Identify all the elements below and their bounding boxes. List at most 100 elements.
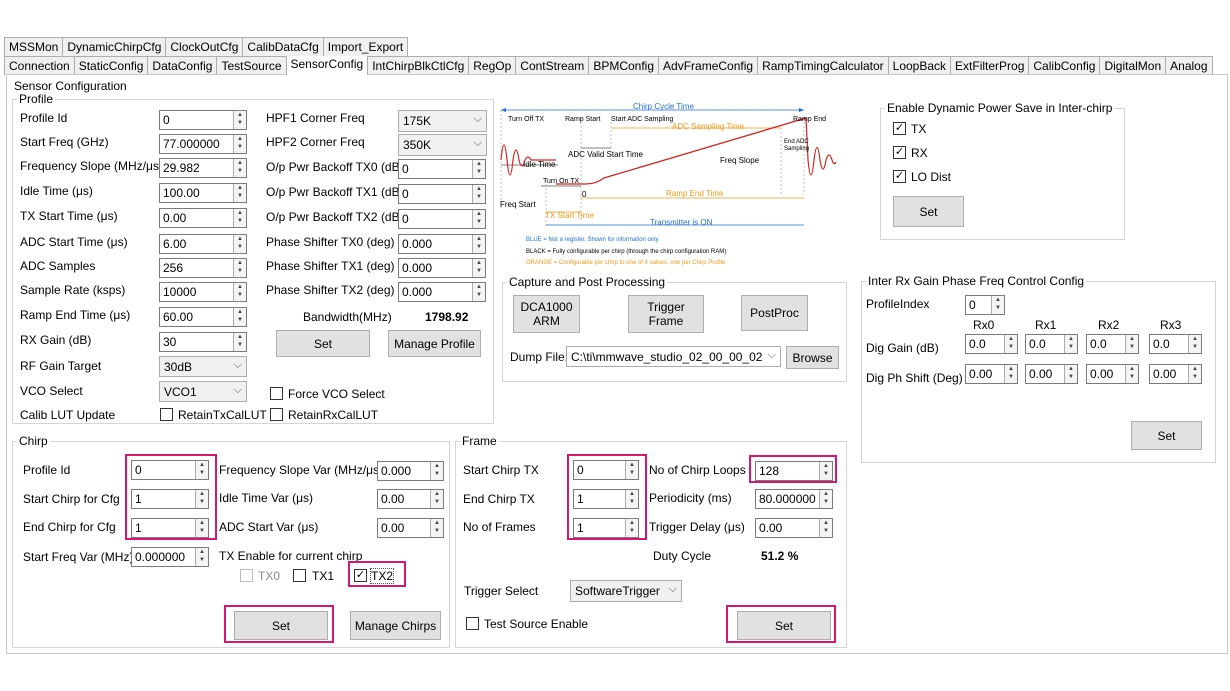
- chirp-set-button[interactable]: Set: [234, 611, 328, 640]
- spin-arrows-icon[interactable]: ▲ ▼: [195, 548, 208, 566]
- manage-profile-button[interactable]: Manage Profile: [388, 330, 481, 357]
- spin-arrows-icon[interactable]: ▲ ▼: [472, 185, 485, 203]
- tab-contstream[interactable]: ContStream: [515, 56, 590, 75]
- profile-set-button[interactable]: Set: [276, 330, 370, 357]
- dump-file-select[interactable]: C:\ti\mmwave_studio_02_00_00_02 ⌵: [566, 346, 781, 367]
- spin-arrows-icon[interactable]: ▲ ▼: [233, 283, 246, 301]
- adc-samples-input[interactable]: 256 ▲ ▼: [159, 258, 247, 278]
- inter-rx-set-button[interactable]: Set: [1131, 421, 1202, 450]
- backoff-tx1-input[interactable]: 0 ▲ ▼: [398, 184, 486, 204]
- spin-arrows-icon[interactable]: ▲ ▼: [472, 235, 485, 253]
- tab-extfilterprog[interactable]: ExtFilterProg: [950, 56, 1030, 75]
- test-source-enable-checkbox[interactable]: [466, 617, 479, 630]
- tab-loopback[interactable]: LoopBack: [887, 56, 952, 75]
- tab-import-export[interactable]: Import_Export: [322, 37, 409, 56]
- adc-start-time-input[interactable]: 6.00 ▲ ▼: [159, 234, 247, 254]
- phase-tx1-input[interactable]: 0.000 ▲ ▼: [398, 258, 486, 278]
- backoff-tx2-input[interactable]: 0 ▲ ▼: [398, 209, 486, 229]
- spin-arrows-icon[interactable]: ▲ ▼: [233, 308, 246, 326]
- tx-start-time-input[interactable]: 0.00 ▲ ▼: [159, 208, 247, 228]
- spin-arrows-icon[interactable]: ▲ ▼: [1004, 365, 1017, 383]
- spin-arrows-icon[interactable]: ▲ ▼: [625, 461, 638, 479]
- trigger-frame-button[interactable]: Trigger Frame: [628, 295, 704, 333]
- tx2-checkbox[interactable]: ✓: [354, 569, 367, 582]
- spin-arrows-icon[interactable]: ▲ ▼: [991, 296, 1004, 314]
- end-chirp-tx-input[interactable]: 1 ▲ ▼: [573, 489, 639, 509]
- ramp-end-time-input[interactable]: 60.00 ▲ ▼: [159, 307, 247, 327]
- tab-regop[interactable]: RegOp: [468, 56, 517, 75]
- phase-tx2-input[interactable]: 0.000 ▲ ▼: [398, 282, 486, 302]
- tab-digitalmon[interactable]: DigitalMon: [1099, 56, 1167, 75]
- spin-arrows-icon[interactable]: ▲ ▼: [819, 462, 832, 480]
- dig-gain-rx1-input[interactable]: 0.0 ▲ ▼: [1025, 334, 1078, 354]
- sample-rate-input[interactable]: 10000 ▲ ▼: [159, 282, 247, 302]
- spin-arrows-icon[interactable]: ▲ ▼: [625, 519, 638, 537]
- spin-arrows-icon[interactable]: ▲ ▼: [233, 159, 246, 177]
- dps-tx-checkbox[interactable]: ✓: [893, 122, 906, 135]
- spin-arrows-icon[interactable]: ▲ ▼: [233, 184, 246, 202]
- tab-calibconfig[interactable]: CalibConfig: [1028, 56, 1101, 75]
- spin-arrows-icon[interactable]: ▲ ▼: [625, 490, 638, 508]
- tx0-checkbox[interactable]: [240, 569, 253, 582]
- freq-slope-input[interactable]: 29.982 ▲ ▼: [159, 158, 247, 178]
- spin-arrows-icon[interactable]: ▲ ▼: [819, 519, 832, 537]
- manage-chirps-button[interactable]: Manage Chirps: [350, 611, 441, 640]
- spin-arrows-icon[interactable]: ▲ ▼: [472, 283, 485, 301]
- spin-arrows-icon[interactable]: ▲ ▼: [1125, 335, 1138, 353]
- force-vco-select-checkbox[interactable]: [270, 387, 283, 400]
- start-chirp-cfg-input[interactable]: 1 ▲ ▼: [131, 489, 209, 509]
- tab-clockoutcfg[interactable]: ClockOutCfg: [165, 37, 244, 56]
- tab-mssmon[interactable]: MSSMon: [4, 37, 64, 56]
- tab-dataconfig[interactable]: DataConfig: [147, 56, 218, 75]
- spin-arrows-icon[interactable]: ▲ ▼: [430, 490, 443, 508]
- spin-arrows-icon[interactable]: ▲ ▼: [195, 490, 208, 508]
- tx1-checkbox[interactable]: [293, 569, 306, 582]
- end-chirp-cfg-input[interactable]: 1 ▲ ▼: [131, 518, 209, 538]
- periodicity-input[interactable]: 80.000000 ▲ ▼: [755, 489, 833, 509]
- retain-rx-cal-lut-checkbox[interactable]: [270, 408, 283, 421]
- spin-arrows-icon[interactable]: ▲ ▼: [430, 462, 443, 480]
- slope-var-input[interactable]: 0.000 ▲ ▼: [377, 461, 444, 481]
- rf-gain-target-select[interactable]: 30dB ⌵: [159, 356, 247, 377]
- spin-arrows-icon[interactable]: ▲ ▼: [1125, 365, 1138, 383]
- tab-dynamicchirpcfg[interactable]: DynamicChirpCfg: [62, 37, 167, 56]
- rx-gain-input[interactable]: 30 ▲ ▼: [159, 332, 247, 352]
- tab-bpmconfig[interactable]: BPMConfig: [588, 56, 660, 75]
- idle-time-input[interactable]: 100.00 ▲ ▼: [159, 183, 247, 203]
- dps-rx-checkbox[interactable]: ✓: [893, 146, 906, 159]
- tab-connection[interactable]: Connection: [4, 56, 75, 75]
- tab-analog[interactable]: Analog: [1165, 56, 1213, 75]
- vco-select[interactable]: VCO1 ⌵: [159, 381, 247, 402]
- backoff-tx0-input[interactable]: 0 ▲ ▼: [398, 159, 486, 179]
- spin-arrows-icon[interactable]: ▲ ▼: [233, 259, 246, 277]
- tab-advframeconfig[interactable]: AdvFrameConfig: [658, 56, 759, 75]
- spin-arrows-icon[interactable]: ▲ ▼: [233, 209, 246, 227]
- tab-staticconfig[interactable]: StaticConfig: [73, 56, 149, 75]
- spin-arrows-icon[interactable]: ▲ ▼: [233, 333, 246, 351]
- tab-sensorconfig[interactable]: SensorConfig: [285, 56, 369, 75]
- dps-lo-dist-checkbox[interactable]: ✓: [893, 170, 906, 183]
- frame-set-button[interactable]: Set: [737, 611, 831, 640]
- spin-arrows-icon[interactable]: ▲ ▼: [430, 519, 443, 537]
- dig-ph-rx3-input[interactable]: 0.00 ▲ ▼: [1149, 364, 1202, 384]
- dig-ph-rx1-input[interactable]: 0.00 ▲ ▼: [1025, 364, 1078, 384]
- spin-arrows-icon[interactable]: ▲ ▼: [195, 461, 208, 479]
- spin-arrows-icon[interactable]: ▲ ▼: [472, 160, 485, 178]
- hpf2-select[interactable]: 350K ⌵: [398, 134, 487, 156]
- trigger-select[interactable]: SoftwareTrigger ⌵: [570, 580, 682, 602]
- tab-ramptimingcalculator[interactable]: RampTimingCalculator: [757, 56, 889, 75]
- spin-arrows-icon[interactable]: ▲ ▼: [233, 235, 246, 253]
- spin-arrows-icon[interactable]: ▲ ▼: [1188, 335, 1201, 353]
- dca1000-arm-button[interactable]: DCA1000 ARM: [513, 295, 580, 333]
- dig-ph-rx0-input[interactable]: 0.00 ▲ ▼: [965, 364, 1018, 384]
- spin-arrows-icon[interactable]: ▲ ▼: [1064, 365, 1077, 383]
- adc-var-input[interactable]: 0.00 ▲ ▼: [377, 518, 444, 538]
- chirp-loops-input[interactable]: 128 ▲ ▼: [755, 461, 833, 481]
- trigger-delay-input[interactable]: 0.00 ▲ ▼: [755, 518, 833, 538]
- tab-intchirpblkctlcfg[interactable]: IntChirpBlkCtlCfg: [367, 56, 470, 75]
- postproc-button[interactable]: PostProc: [741, 295, 808, 331]
- dps-set-button[interactable]: Set: [893, 196, 964, 227]
- start-freq-var-input[interactable]: 0.000000 ▲ ▼: [131, 547, 209, 567]
- spin-arrows-icon[interactable]: ▲ ▼: [1064, 335, 1077, 353]
- idle-var-input[interactable]: 0.00 ▲ ▼: [377, 489, 444, 509]
